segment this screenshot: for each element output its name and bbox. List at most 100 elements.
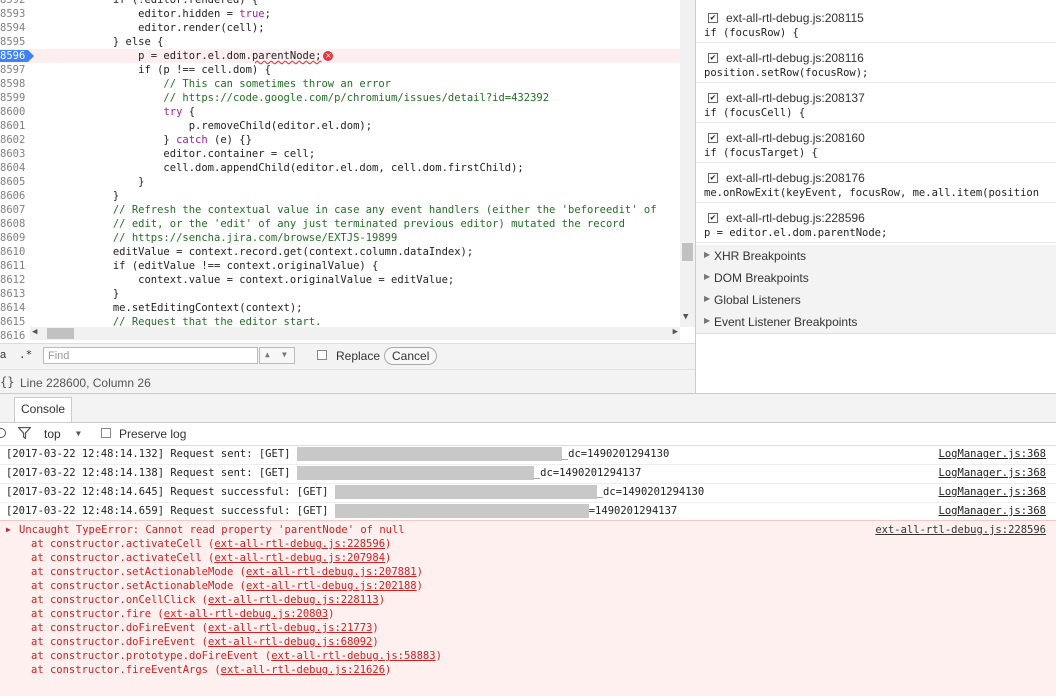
line-number[interactable]: 8608 <box>0 217 30 231</box>
breakpoint-item[interactable]: ✔ ext-all-rtl-debug.js:228596 p = editor.e… <box>696 202 1056 243</box>
breakpoint-checkbox-icon[interactable]: ✔ <box>708 13 718 23</box>
frame-location-link[interactable]: ext-all-rtl-debug.js:202188 <box>246 580 417 592</box>
find-previous-icon[interactable]: ▲ <box>265 350 270 359</box>
horizontal-scroll-thumb[interactable] <box>47 328 74 339</box>
filter-icon[interactable] <box>18 427 31 439</box>
code-text: } catch (e) {} <box>37 133 252 147</box>
frame-location-link[interactable]: ext-all-rtl-debug.js:21626 <box>221 664 385 676</box>
match-case-toggle[interactable]: a <box>0 349 6 361</box>
breakpoint-item[interactable]: ✔ ext-all-rtl-debug.js:208116 position.set… <box>696 42 1056 83</box>
expand-triangle-icon[interactable]: ▶ <box>704 316 710 325</box>
line-number[interactable]: 8609 <box>0 231 30 245</box>
line-number[interactable]: 8613 <box>0 287 30 301</box>
tab-console[interactable]: Console <box>14 397 73 422</box>
message-source-link[interactable]: LogManager.js:368 <box>939 483 1046 501</box>
code-token: cell.dom.appendChild(editor.el.dom, cell… <box>37 162 524 174</box>
pretty-print-icon[interactable]: {} <box>0 375 14 389</box>
frame-function: at constructor.activateCell ( <box>31 538 215 550</box>
sidebar-section[interactable]: ▶ Global Listeners <box>696 289 1056 312</box>
code-token: // https://sencha.jira.com/browse/EXTJS-… <box>37 232 398 244</box>
frame-location-link[interactable]: ext-all-rtl-debug.js:20803 <box>164 608 328 620</box>
line-number[interactable]: 8606 <box>0 189 30 203</box>
frame-location-link[interactable]: ext-all-rtl-debug.js:207984 <box>214 552 385 564</box>
replace-checkbox[interactable] <box>317 350 327 360</box>
line-number[interactable]: 8607 <box>0 203 30 217</box>
line-number[interactable]: 8610 <box>0 245 30 259</box>
scroll-left-arrow-icon[interactable]: ◀ <box>32 327 37 337</box>
line-number[interactable]: 8605 <box>0 175 30 189</box>
line-number[interactable]: 8603 <box>0 147 30 161</box>
chevron-down-icon[interactable]: ▼ <box>76 429 81 438</box>
breakpoint-checkbox-icon[interactable]: ✔ <box>708 173 718 183</box>
breakpoint-item[interactable]: ✔ ext-all-rtl-debug.js:208176 me.onRowExit… <box>696 162 1056 203</box>
sidebar-section[interactable]: ▶ DOM Breakpoints <box>696 267 1056 290</box>
expand-triangle-icon[interactable]: ▶ <box>6 525 11 534</box>
breakpoint-code: position.setRow(focusRow); <box>704 67 869 79</box>
line-number[interactable]: 8615 <box>0 315 30 329</box>
clear-console-icon[interactable] <box>0 428 6 438</box>
breakpoint-item[interactable]: ✔ ext-all-rtl-debug.js:208160 if (focusTar… <box>696 122 1056 163</box>
regex-toggle[interactable]: .* <box>19 348 32 361</box>
line-number[interactable]: 8614 <box>0 301 30 315</box>
breakpoint-checkbox-icon[interactable]: ✔ <box>708 93 718 103</box>
message-suffix: _dc=1490201294130 <box>561 448 670 460</box>
frame-location-link[interactable]: ext-all-rtl-debug.js:68092 <box>208 636 372 648</box>
line-number[interactable]: 8611 <box>0 259 30 273</box>
find-navigation: ▲ ▼ <box>259 347 295 364</box>
line-number[interactable]: 8612 <box>0 273 30 287</box>
breakpoint-item[interactable]: ✔ ext-all-rtl-debug.js:208137 if (focusCel… <box>696 82 1056 123</box>
frame-location-link[interactable]: ext-all-rtl-debug.js:228596 <box>214 538 385 550</box>
frame-location-link[interactable]: ext-all-rtl-debug.js:58883 <box>271 650 435 662</box>
scroll-down-arrow-icon[interactable]: ▼ <box>683 312 688 322</box>
find-input[interactable] <box>43 347 258 364</box>
frame-location-link[interactable]: ext-all-rtl-debug.js:21773 <box>208 622 372 634</box>
line-number[interactable]: 8600 <box>0 105 30 119</box>
sidebar-section[interactable]: ▶ XHR Breakpoints <box>696 245 1056 268</box>
context-selector[interactable]: top <box>44 427 61 441</box>
sidebar-section[interactable]: ▶ Event Listener Breakpoints <box>696 311 1056 334</box>
find-next-icon[interactable]: ▼ <box>282 350 287 359</box>
code-text: p.removeChild(editor.el.dom); <box>37 119 372 133</box>
message-source-link[interactable]: LogManager.js:368 <box>939 464 1046 482</box>
line-number[interactable]: 8593 <box>0 7 30 21</box>
line-number[interactable]: 8595 <box>0 35 30 49</box>
breakpoint-checkbox-icon[interactable]: ✔ <box>708 53 718 63</box>
breakpoint-code: if (focusTarget) { <box>704 147 818 159</box>
scroll-right-arrow-icon[interactable]: ▶ <box>673 327 678 337</box>
vertical-scrollbar[interactable]: ▼ <box>680 0 695 327</box>
code-line: 8596 p = editor.el.dom.parentNode; × <box>0 49 680 63</box>
expand-triangle-icon[interactable]: ▶ <box>704 272 710 281</box>
frame-location-link[interactable]: ext-all-rtl-debug.js:207881 <box>246 566 417 578</box>
line-number-text: 8596 <box>0 50 26 62</box>
code-token: ; <box>264 8 271 20</box>
preserve-log-checkbox[interactable] <box>101 428 111 438</box>
breakpoint-checkbox-icon[interactable]: ✔ <box>708 133 718 143</box>
line-number[interactable]: 8594 <box>0 21 30 35</box>
horizontal-scrollbar[interactable]: ◀ ▶ <box>30 327 680 340</box>
code-token: editor.hidden = <box>37 8 240 20</box>
line-number[interactable]: 8599 <box>0 91 30 105</box>
line-number[interactable]: 8601 <box>0 119 30 133</box>
code-text: editor.hidden = true; <box>37 7 271 21</box>
error-source-link[interactable]: ext-all-rtl-debug.js:228596 <box>875 524 1046 536</box>
code-token: editor.render(cell); <box>37 22 265 34</box>
message-source-link[interactable]: LogManager.js:368 <box>939 502 1046 520</box>
line-number[interactable]: 8597 <box>0 63 30 77</box>
message-source-link[interactable]: LogManager.js:368 <box>939 445 1046 463</box>
line-number[interactable]: 8592 <box>0 0 30 7</box>
frame-function: at constructor.fire ( <box>31 608 164 620</box>
cancel-button[interactable]: Cancel <box>384 347 438 365</box>
vertical-scroll-thumb[interactable] <box>682 243 693 261</box>
line-number[interactable]: 8604 <box>0 161 30 175</box>
expand-triangle-icon[interactable]: ▶ <box>704 294 710 303</box>
source-editor[interactable]: 8592 if (!editor.rendered) {8593 editor.… <box>0 0 695 343</box>
line-number[interactable]: 8602 <box>0 133 30 147</box>
line-number[interactable]: 8598 <box>0 77 30 91</box>
breakpoint-item[interactable]: ✔ ext-all-rtl-debug.js:208115 if (focusRow… <box>696 2 1056 43</box>
line-number[interactable]: 8616 <box>0 329 30 343</box>
expand-triangle-icon[interactable]: ▶ <box>704 250 710 259</box>
code-line: 8612 context.value = context.originalVal… <box>0 273 680 287</box>
code-line: 8613 } <box>0 287 680 301</box>
frame-location-link[interactable]: ext-all-rtl-debug.js:228113 <box>208 594 379 606</box>
breakpoint-checkbox-icon[interactable]: ✔ <box>708 213 718 223</box>
